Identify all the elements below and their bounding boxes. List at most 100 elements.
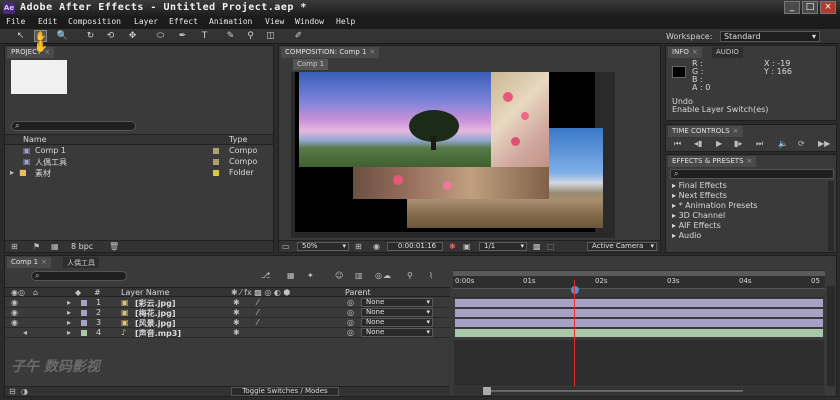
time-ruler[interactable]: 0:00s 01s 02s 03s 04s 05 xyxy=(453,270,825,298)
composition-viewer[interactable] xyxy=(291,72,615,238)
tab-effects-presets[interactable]: EFFECTS & PRESETS × xyxy=(668,156,757,167)
effects-category[interactable]: ▸ Audio xyxy=(672,231,701,240)
expand-triangle-icon[interactable]: ▸ xyxy=(10,168,14,177)
zoom-slider-thumb[interactable] xyxy=(483,387,491,395)
type-tool-icon[interactable]: T xyxy=(198,30,211,42)
eye-icon[interactable]: ◉ xyxy=(11,298,18,307)
menu-window[interactable]: Window xyxy=(295,17,324,26)
current-time-indicator[interactable] xyxy=(574,280,575,386)
maximize-button[interactable]: □ xyxy=(802,1,818,14)
label-color-chip[interactable] xyxy=(81,320,87,326)
project-item[interactable]: ▣ Comp 1 Compo xyxy=(5,146,273,156)
menu-help[interactable]: Help xyxy=(336,17,355,26)
rotation-tool-icon[interactable]: ↻ xyxy=(84,30,97,42)
tab-composition[interactable]: COMPOSITION: Comp 1 × xyxy=(281,47,380,58)
previous-frame-icon[interactable]: ◂▮ xyxy=(694,139,702,148)
expand-triangle-icon[interactable]: ▸ xyxy=(67,298,71,307)
region-of-interest-icon[interactable]: ▣ xyxy=(463,242,471,251)
column-name[interactable]: Name xyxy=(23,135,47,144)
bit-depth-button[interactable]: 8 bpc xyxy=(71,242,93,251)
camera-view-dropdown[interactable]: Active Camera ▾ xyxy=(587,242,657,251)
new-composition-icon[interactable]: ▦ xyxy=(51,242,59,251)
table-row[interactable]: ◉ ▸ 1 ▣ [彩云.jpg] ✱ ⁄ ◎ None ▾ xyxy=(5,298,450,308)
label-color-chip[interactable] xyxy=(213,170,219,176)
zoom-slider-track[interactable] xyxy=(483,390,743,392)
menu-composition[interactable]: Composition xyxy=(68,17,121,26)
project-item[interactable]: ▣ 人偶工具 Compo xyxy=(5,157,273,167)
pick-whip-icon[interactable]: ◎ xyxy=(347,298,354,307)
layer-image-plum-top[interactable] xyxy=(491,72,549,172)
menu-edit[interactable]: Edit xyxy=(38,17,57,26)
timeline-empty-area[interactable] xyxy=(454,340,824,386)
tab-time-controls[interactable]: TIME CONTROLS × xyxy=(668,126,743,137)
resolution-dropdown[interactable]: 1/1 ▾ xyxy=(479,242,527,251)
pick-whip-icon[interactable]: ◎ xyxy=(347,328,354,337)
pan-behind-tool-icon[interactable]: ✥ xyxy=(126,30,139,42)
pick-whip-icon[interactable]: ◎ xyxy=(347,308,354,317)
eye-icon[interactable]: ◉ xyxy=(11,318,18,327)
parent-dropdown[interactable]: None ▾ xyxy=(361,328,433,337)
draft-3d-icon[interactable]: ✦ xyxy=(307,271,314,280)
timeline-scrollbar[interactable] xyxy=(827,286,835,386)
layer-duration-bar[interactable] xyxy=(455,329,823,337)
close-icon[interactable]: × xyxy=(692,48,698,56)
frame-blending-icon[interactable]: ▥ xyxy=(355,271,363,280)
workspace-dropdown[interactable]: Standard ▾ xyxy=(720,31,820,42)
ellipse-tool-icon[interactable]: ⬭ xyxy=(154,30,167,42)
work-area-bar[interactable] xyxy=(453,288,825,297)
effects-scrollbar[interactable] xyxy=(828,181,834,251)
live-update-icon[interactable]: ▦ xyxy=(287,271,295,280)
collapse-transform-icon[interactable]: ✱ xyxy=(233,308,240,317)
expand-triangle-icon[interactable]: ▸ xyxy=(67,328,71,337)
table-row[interactable]: ◉ ▸ 2 ▣ [梅花.jpg] ✱ ⁄ ◎ None ▾ xyxy=(5,308,450,318)
playhead-handle[interactable] xyxy=(571,286,579,294)
snapshot-icon[interactable]: ◉ xyxy=(373,242,380,251)
always-preview-icon[interactable]: ▭ xyxy=(282,242,290,251)
label-color-chip[interactable] xyxy=(81,310,87,316)
timeline-search-input[interactable]: ⌕ xyxy=(31,271,127,281)
new-folder-icon[interactable]: ⚑ xyxy=(33,242,40,251)
layer-duration-bar[interactable] xyxy=(455,309,823,317)
interpret-footage-icon[interactable]: ⊞ xyxy=(11,242,18,251)
pick-whip-icon[interactable]: ◎ xyxy=(347,318,354,327)
layer-image-clouds[interactable] xyxy=(299,72,495,167)
effects-category[interactable]: ▸ 3D Channel xyxy=(672,211,725,220)
time-navigator-bar[interactable] xyxy=(453,271,825,276)
audio-icon[interactable]: 🔈 xyxy=(778,139,788,148)
effects-category[interactable]: ▸ AIF Effects xyxy=(672,221,721,230)
effects-category[interactable]: ▸ Final Effects xyxy=(672,181,727,190)
label-color-chip[interactable] xyxy=(81,300,87,306)
current-time-display[interactable]: 0:00:01:16 xyxy=(387,242,443,251)
transparency-grid-icon[interactable]: ▩ xyxy=(533,242,541,251)
last-frame-icon[interactable]: ⏭ xyxy=(756,139,763,149)
pen-tool-icon[interactable]: ✒ xyxy=(176,30,189,42)
column-type[interactable]: Type xyxy=(229,135,247,144)
tab-timeline-puppet[interactable]: 人偶工具 xyxy=(63,257,99,268)
quality-icon[interactable]: ⁄ xyxy=(257,308,258,317)
graph-editor-icon[interactable]: ⌇ xyxy=(429,271,433,280)
roto-brush-tool-icon[interactable]: ✐ xyxy=(292,30,305,42)
play-icon[interactable]: ▶ xyxy=(716,139,722,148)
menu-animation[interactable]: Animation xyxy=(209,17,252,26)
project-search-input[interactable]: ⌕ xyxy=(11,121,136,131)
layer-image-plum-bottom[interactable] xyxy=(353,167,549,199)
close-button[interactable]: × xyxy=(820,1,836,14)
close-icon[interactable]: × xyxy=(369,48,375,56)
table-row[interactable]: ◉ ▸ 3 ▣ [风景.jpg] ✱ ⁄ ◎ None ▾ xyxy=(5,318,450,328)
trash-icon[interactable]: 🗑 xyxy=(109,242,119,251)
fast-previews-icon[interactable]: ⬚ xyxy=(547,242,555,251)
parent-dropdown[interactable]: None ▾ xyxy=(361,318,433,327)
parent-dropdown[interactable]: None ▾ xyxy=(361,308,433,317)
close-icon[interactable]: × xyxy=(733,127,739,135)
menu-view[interactable]: View xyxy=(265,17,284,26)
layer-switches-icon[interactable]: ⊟ xyxy=(9,387,16,396)
camera-orbit-tool-icon[interactable]: ⟲ xyxy=(104,30,117,42)
motion-blur-icon[interactable]: ◎ xyxy=(375,271,382,280)
comp-mini-flowchart-icon[interactable]: ⎇ xyxy=(261,271,270,280)
magnification-dropdown[interactable]: 50% ▾ xyxy=(297,242,349,251)
menu-effect[interactable]: Effect xyxy=(169,17,198,26)
parent-dropdown[interactable]: None ▾ xyxy=(361,298,433,307)
expand-triangle-icon[interactable]: ▸ xyxy=(67,318,71,327)
layer-duration-bar[interactable] xyxy=(455,319,823,327)
menu-file[interactable]: File xyxy=(6,17,25,26)
